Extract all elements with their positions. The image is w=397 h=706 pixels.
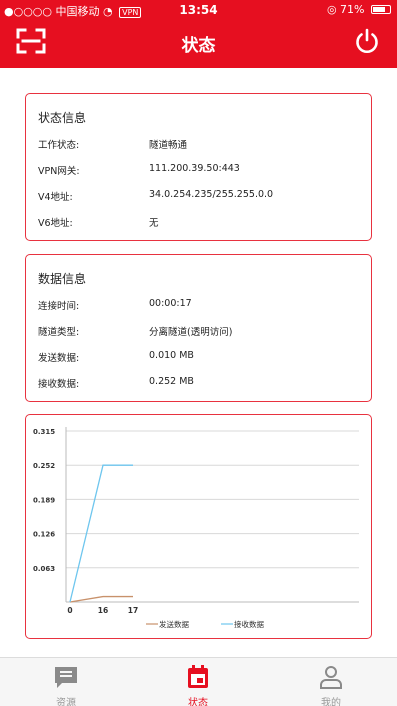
traffic-chart-card: 0.315 0.252 0.189 0.126 0.063 0 16 17 发送数据 接收数据 (25, 414, 372, 639)
received-data-value: 0.252 MB (149, 376, 194, 387)
tab-mine-label: 我的 (321, 698, 341, 706)
battery-percent: 71% (340, 3, 365, 16)
sent-data-label: 发送数据: (38, 353, 80, 364)
tunnel-type-value: 分离隧道(透明访问) (149, 327, 233, 338)
status-bar: ●○○○○ 中国移动 ◔ VPN 13:54 ◎ 71% (0, 0, 397, 20)
tab-status[interactable]: 状态 (132, 658, 264, 706)
legend-label: 发送数据 (159, 619, 189, 629)
user-icon (320, 666, 342, 689)
x-tick-label: 17 (128, 606, 138, 615)
y-tick-label: 0.126 (33, 531, 55, 539)
series-line-0 (69, 595, 133, 603)
traffic-chart: 0.315 0.252 0.189 0.126 0.063 0 16 17 发送数据 接收数据 (33, 427, 359, 629)
v4-address-label: V4地址: (38, 192, 73, 203)
received-data-label: 接收数据: (38, 379, 80, 390)
y-tick-label: 0.252 (33, 462, 55, 470)
vpn-gateway-value: 111.200.39.50:443 (149, 163, 240, 174)
tab-bar: 资源 状态 我的 (0, 657, 397, 706)
page-title: 状态 (181, 36, 216, 56)
connect-time-label: 连接时间: (38, 301, 80, 312)
tab-mine[interactable]: 我的 (265, 658, 397, 706)
work-status-label: 工作状态: (38, 140, 80, 151)
legend-label: 接收数据 (234, 619, 264, 629)
y-tick-label: 0.063 (33, 565, 55, 573)
v4-address-value: 34.0.254.235/255.255.0.0 (149, 189, 274, 200)
v6-address-value: 无 (149, 218, 159, 229)
x-tick-label: 0 (67, 606, 72, 615)
vpn-gateway-label: VPN网关: (38, 166, 80, 177)
sent-data-value: 0.010 MB (149, 350, 194, 361)
y-tick-label: 0.315 (33, 428, 55, 436)
x-tick-label: 16 (98, 606, 108, 615)
alarm-icon: ◎ (326, 3, 337, 16)
battery-info: ◎ 71% (327, 3, 391, 16)
data-info-title: 数据信息 (38, 272, 87, 286)
connect-time-value: 00:00:17 (149, 298, 192, 309)
tab-resources[interactable]: 资源 (0, 658, 132, 706)
v6-address-label: V6地址: (38, 218, 73, 229)
y-tick-label: 0.189 (33, 496, 55, 504)
top-bar: ●○○○○ 中国移动 ◔ VPN 13:54 ◎ 71% 状态 (0, 0, 397, 68)
message-icon (55, 667, 77, 688)
calendar-icon (188, 665, 208, 688)
work-status-value: 隧道畅通 (149, 140, 188, 151)
status-info-card: 状态信息 工作状态: 隧道畅通 VPN网关: 111.200.39.50:443… (25, 93, 372, 241)
data-info-card: 数据信息 连接时间: 00:00:17 隧道类型: 分离隧道(透明访问) 发送数… (25, 254, 372, 402)
battery-icon (371, 5, 391, 14)
tab-resources-label: 资源 (56, 698, 76, 706)
status-info-title: 状态信息 (38, 111, 87, 125)
power-icon[interactable] (353, 27, 381, 55)
tunnel-type-label: 隧道类型: (38, 327, 80, 338)
tab-status-label: 状态 (188, 698, 208, 706)
